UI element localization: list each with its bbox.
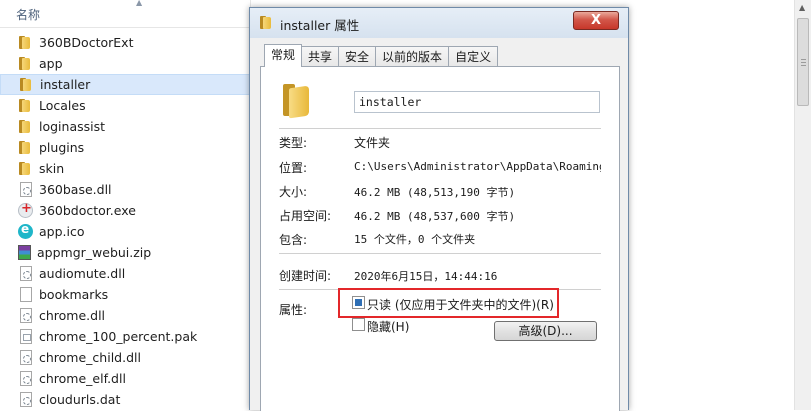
properties-dialog: installer 属性 X 常规 共享 安全 以前的版本 自定义 instal… bbox=[249, 7, 629, 411]
file-row[interactable]: plugins bbox=[0, 137, 260, 158]
folder-icon bbox=[18, 119, 33, 134]
size-label: 大小: bbox=[279, 185, 308, 199]
file-list: 360BDoctorExt app installer Locales loginass… bbox=[0, 32, 260, 410]
tab-previous-versions[interactable]: 以前的版本 bbox=[375, 46, 450, 67]
contains-label: 包含: bbox=[279, 233, 308, 247]
scroll-up-icon[interactable]: ▲ bbox=[799, 3, 805, 12]
file-row[interactable]: cloudurls.dat bbox=[0, 389, 260, 410]
file-row[interactable]: loginassist bbox=[0, 116, 260, 137]
file-name: plugins bbox=[39, 140, 85, 155]
file-row[interactable]: skin bbox=[0, 158, 260, 179]
created-label: 创建时间: bbox=[279, 269, 332, 283]
folder-icon bbox=[18, 98, 33, 113]
file-name: Locales bbox=[39, 98, 86, 113]
file-name: skin bbox=[39, 161, 65, 176]
dll-file-icon bbox=[20, 350, 32, 365]
folder-icon bbox=[259, 15, 274, 30]
pak-file-icon bbox=[20, 329, 32, 344]
location-value: C:\Users\Administrator\AppData\Roaming\3… bbox=[354, 160, 601, 173]
folder-icon bbox=[19, 77, 34, 92]
file-name: loginassist bbox=[39, 119, 106, 134]
size-on-disk-label: 占用空间: bbox=[279, 209, 332, 223]
file-row[interactable]: appmgr_webui.zip bbox=[0, 242, 260, 263]
file-name: audiomute.dll bbox=[39, 266, 126, 281]
general-tab-page: installer 类型: 文件夹 位置: C:\Users\Administr… bbox=[260, 66, 620, 411]
divider bbox=[279, 253, 601, 254]
file-name: bookmarks bbox=[39, 287, 109, 302]
file-row[interactable]: 360bdoctor.exe bbox=[0, 200, 260, 221]
dll-file-icon bbox=[20, 266, 32, 281]
hidden-label[interactable]: 隐藏(H) bbox=[367, 318, 409, 335]
dialog-title: installer 属性 bbox=[280, 18, 360, 33]
readonly-checkbox[interactable] bbox=[352, 296, 365, 309]
file-row[interactable]: chrome_100_percent.pak bbox=[0, 326, 260, 347]
dll-file-icon bbox=[20, 182, 32, 197]
file-row[interactable]: chrome_child.dll bbox=[0, 347, 260, 368]
size-on-disk-value: 46.2 MB (48,537,600 字节) bbox=[354, 210, 516, 223]
attributes-label: 属性: bbox=[279, 303, 308, 317]
dat-file-icon bbox=[20, 392, 32, 407]
file-name: chrome_child.dll bbox=[39, 350, 141, 365]
file-row[interactable]: 360base.dll bbox=[0, 179, 260, 200]
created-value: 2020年6月15日，14:44:16 bbox=[354, 270, 498, 283]
tab-sharing[interactable]: 共享 bbox=[301, 46, 340, 67]
folder-icon bbox=[18, 140, 33, 155]
size-value: 46.2 MB (48,513,190 字节) bbox=[354, 186, 516, 199]
file-row[interactable]: chrome_elf.dll bbox=[0, 368, 260, 389]
tab-general[interactable]: 常规 bbox=[264, 44, 303, 67]
file-name: cloudurls.dat bbox=[39, 392, 121, 407]
name-column-header[interactable]: 名称 ▲ bbox=[0, 0, 260, 28]
scrollbar-thumb[interactable] bbox=[797, 18, 809, 106]
zip-file-icon bbox=[18, 245, 31, 260]
divider bbox=[279, 128, 601, 129]
folder-icon bbox=[18, 161, 33, 176]
grip-icon bbox=[801, 59, 806, 60]
file-name: 360base.dll bbox=[39, 182, 112, 197]
close-button[interactable]: X bbox=[573, 11, 619, 30]
document-file-icon bbox=[20, 287, 32, 302]
file-row[interactable]: app.ico bbox=[0, 221, 260, 242]
vertical-scrollbar[interactable]: ▲ bbox=[794, 0, 811, 410]
tab-security[interactable]: 安全 bbox=[338, 46, 377, 67]
type-value: 文件夹 bbox=[354, 136, 391, 150]
file-name: app bbox=[39, 56, 63, 71]
file-name: 360bdoctor.exe bbox=[39, 203, 136, 218]
file-name: chrome_elf.dll bbox=[39, 371, 126, 386]
large-folder-icon bbox=[281, 82, 313, 119]
ico-file-icon bbox=[18, 222, 33, 239]
dll-file-icon bbox=[20, 308, 32, 323]
file-name: chrome_100_percent.pak bbox=[39, 329, 198, 344]
exe-file-icon bbox=[18, 201, 33, 218]
folder-icon bbox=[18, 35, 33, 50]
file-row[interactable]: bookmarks bbox=[0, 284, 260, 305]
file-row[interactable]: installer bbox=[0, 74, 260, 95]
file-name: appmgr_webui.zip bbox=[37, 245, 152, 260]
tab-strip: 常规 共享 安全 以前的版本 自定义 bbox=[264, 44, 499, 67]
hidden-checkbox[interactable] bbox=[352, 318, 365, 331]
file-name: app.ico bbox=[39, 224, 85, 239]
file-row[interactable]: audiomute.dll bbox=[0, 263, 260, 284]
file-name: 360BDoctorExt bbox=[39, 35, 134, 50]
folder-icon bbox=[18, 56, 33, 71]
folder-name-input[interactable]: installer bbox=[354, 91, 600, 113]
file-row[interactable]: 360BDoctorExt bbox=[0, 32, 260, 53]
location-label: 位置: bbox=[279, 161, 308, 175]
contains-value: 15 个文件，0 个文件夹 bbox=[354, 233, 476, 246]
file-row[interactable]: Locales bbox=[0, 95, 260, 116]
file-name: installer bbox=[40, 77, 91, 92]
dll-file-icon bbox=[20, 371, 32, 386]
readonly-label[interactable]: 只读 (仅应用于文件夹中的文件)(R) bbox=[367, 296, 554, 313]
file-row[interactable]: app bbox=[0, 53, 260, 74]
tab-customize[interactable]: 自定义 bbox=[448, 46, 499, 67]
file-row[interactable]: chrome.dll bbox=[0, 305, 260, 326]
dialog-titlebar[interactable]: installer 属性 X bbox=[250, 8, 628, 38]
name-column-label: 名称 bbox=[16, 8, 41, 22]
type-label: 类型: bbox=[279, 136, 308, 150]
advanced-button[interactable]: 高级(D)... bbox=[494, 321, 597, 341]
sort-arrow-icon: ▲ bbox=[136, 0, 143, 7]
file-name: chrome.dll bbox=[39, 308, 106, 323]
